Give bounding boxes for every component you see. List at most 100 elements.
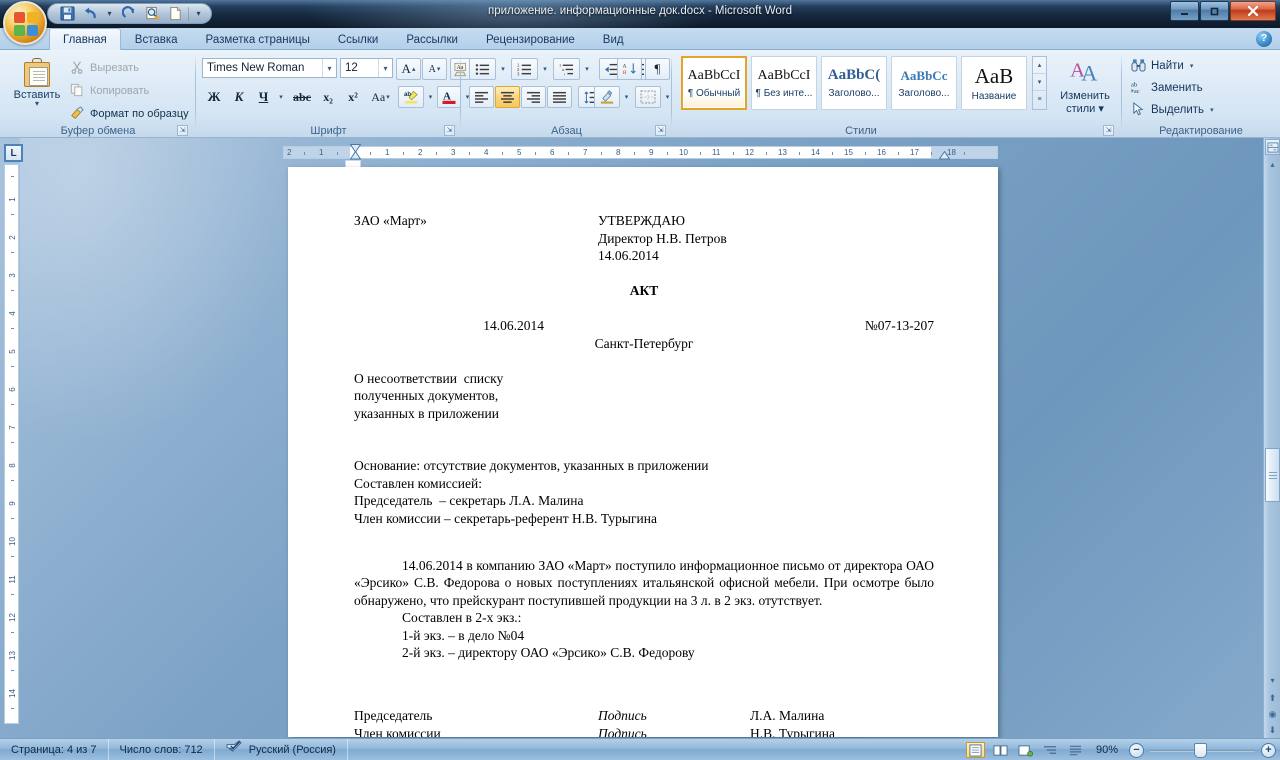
undo-dropdown-icon[interactable]: ▾	[103, 5, 116, 23]
tab-view[interactable]: Вид	[589, 28, 638, 50]
cut-button[interactable]: Вырезать	[70, 58, 139, 77]
scrollbar-thumb[interactable]	[1265, 448, 1280, 502]
font-name-chevron-down-icon[interactable]: ▾	[322, 59, 336, 77]
document-page[interactable]: ЗАО «Март» УТВЕРЖДАЮ Директор Н.В. Петро…	[288, 167, 998, 737]
full-screen-reading-view-button[interactable]	[991, 742, 1010, 758]
styles-scroll-down-icon[interactable]: ▾	[1033, 74, 1046, 91]
print-layout-view-button[interactable]	[966, 742, 985, 758]
paste-button[interactable]: Вставить ▾	[12, 56, 62, 116]
styles-more-icon[interactable]: ≡	[1033, 91, 1046, 108]
vertical-ruler[interactable]: 1 2 3 4 5 6 7 8 9 10 11 12 13 14	[4, 164, 19, 724]
font-name-combobox[interactable]: Times New Roman ▾	[202, 58, 337, 78]
tab-references[interactable]: Ссылки	[324, 28, 393, 50]
tab-review[interactable]: Рецензирование	[472, 28, 589, 50]
help-icon[interactable]: ?	[1256, 31, 1272, 47]
align-left-button[interactable]	[469, 86, 494, 108]
clipboard-dialog-launcher[interactable]: ⇲	[177, 125, 188, 136]
highlight-chevron-down-icon[interactable]: ▾	[424, 86, 436, 108]
web-layout-view-button[interactable]	[1016, 742, 1035, 758]
select-browse-object-icon[interactable]: ◉	[1266, 708, 1279, 721]
change-case-button[interactable]: Aa ▾	[366, 86, 395, 108]
language-indicator[interactable]: Русский (Россия)	[215, 738, 348, 760]
zoom-slider-thumb[interactable]	[1194, 743, 1207, 758]
close-button[interactable]	[1230, 1, 1276, 21]
shading-button[interactable]	[594, 86, 620, 108]
new-document-icon[interactable]	[165, 5, 185, 23]
copy-button[interactable]: Копировать	[70, 81, 149, 100]
scroll-up-arrow-icon[interactable]: ▴	[1266, 158, 1279, 171]
font-size-chevron-down-icon[interactable]: ▾	[378, 59, 392, 77]
scroll-down-arrow-icon[interactable]: ▾	[1266, 674, 1279, 687]
select-button[interactable]: Выделить ▾	[1131, 100, 1214, 119]
next-page-icon[interactable]: ⬇	[1266, 724, 1279, 737]
font-size-combobox[interactable]: 12 ▾	[340, 58, 393, 78]
align-center-button[interactable]	[495, 86, 520, 108]
style-heading-1[interactable]: AaBbC( Заголово...	[821, 56, 887, 110]
bullets-chevron-down-icon[interactable]: ▾	[496, 58, 509, 80]
paste-dropdown-icon[interactable]: ▾	[35, 100, 39, 108]
horizontal-ruler[interactable]: 2 1 1 2 3 4 5 6 7 8 9 10 11 12 13 14 15 …	[283, 146, 998, 159]
find-button[interactable]: Найти ▾	[1131, 56, 1193, 75]
save-icon[interactable]	[57, 5, 77, 23]
outline-view-button[interactable]	[1041, 742, 1060, 758]
zoom-slider[interactable]	[1150, 742, 1255, 758]
style-title[interactable]: AaB Название	[961, 56, 1027, 110]
underline-chevron-down-icon[interactable]: ▾	[274, 86, 287, 108]
styles-dialog-launcher[interactable]: ⇲	[1103, 125, 1114, 136]
minimize-button[interactable]	[1170, 1, 1199, 21]
select-chevron-down-icon[interactable]: ▾	[1210, 106, 1214, 114]
bullets-button[interactable]	[469, 58, 496, 80]
page-indicator[interactable]: Страница: 4 из 7	[0, 738, 109, 760]
align-justify-button[interactable]	[547, 86, 572, 108]
grow-font-button[interactable]: A ▴	[396, 58, 421, 80]
sort-button[interactable]: A Я	[617, 58, 642, 80]
italic-button[interactable]: К	[227, 86, 251, 108]
subscript-button[interactable]: x₂	[316, 86, 340, 108]
shrink-font-button[interactable]: A ▾	[422, 58, 447, 80]
tab-page-layout[interactable]: Разметка страницы	[192, 28, 324, 50]
find-chevron-down-icon[interactable]: ▾	[1190, 62, 1194, 70]
change-styles-button[interactable]: A A Изменить стили ▾	[1054, 58, 1116, 116]
tab-mailings[interactable]: Рассылки	[392, 28, 472, 50]
zoom-out-button[interactable]: −	[1129, 742, 1144, 758]
customize-qat-icon[interactable]: ▾	[192, 5, 205, 23]
borders-button[interactable]	[635, 86, 661, 108]
office-button[interactable]	[3, 1, 47, 45]
bold-button[interactable]: Ж	[202, 86, 226, 108]
numbering-button[interactable]: 1 2 3	[511, 58, 538, 80]
undo-icon[interactable]	[80, 5, 100, 23]
multilevel-list-button[interactable]: 1 a i	[553, 58, 580, 80]
maximize-restore-button[interactable]	[1200, 1, 1229, 21]
style-heading-2[interactable]: AaBbCc Заголово...	[891, 56, 957, 110]
align-right-button[interactable]	[521, 86, 546, 108]
tab-home[interactable]: Главная	[49, 28, 121, 50]
superscript-button[interactable]: x²	[341, 86, 365, 108]
underline-button[interactable]: Ч	[252, 86, 275, 108]
styles-scroll-up-icon[interactable]: ▴	[1033, 57, 1046, 74]
numbering-chevron-down-icon[interactable]: ▾	[538, 58, 551, 80]
draft-view-button[interactable]	[1066, 742, 1085, 758]
replace-button[interactable]: ab ac Заменить	[1131, 78, 1203, 97]
font-dialog-launcher[interactable]: ⇲	[444, 125, 455, 136]
tab-insert[interactable]: Вставка	[121, 28, 192, 50]
text-highlight-color-button[interactable]: ab	[398, 86, 424, 108]
tab-stop-selector[interactable]: L	[4, 144, 23, 162]
right-indent-marker[interactable]	[938, 150, 951, 163]
font-color-button[interactable]: A	[437, 86, 461, 108]
zoom-level-label[interactable]: 90%	[1091, 744, 1123, 756]
multilevel-chevron-down-icon[interactable]: ▾	[580, 58, 593, 80]
format-painter-button[interactable]: Формат по образцу	[70, 104, 189, 123]
split-window-button[interactable]	[1265, 139, 1280, 155]
shading-chevron-down-icon[interactable]: ▾	[620, 86, 632, 108]
paragraph-dialog-launcher[interactable]: ⇲	[655, 125, 666, 136]
style-no-spacing[interactable]: AaBbCcI ¶ Без инте...	[751, 56, 817, 110]
document-body[interactable]: ЗАО «Март» УТВЕРЖДАЮ Директор Н.В. Петро…	[354, 212, 934, 737]
vertical-scrollbar[interactable]: ▴ ▾ ⬆ ◉ ⬇	[1263, 138, 1280, 738]
print-preview-icon[interactable]	[142, 5, 162, 23]
redo-icon[interactable]	[119, 5, 139, 23]
show-formatting-marks-button[interactable]: ¶	[645, 58, 670, 80]
strikethrough-button[interactable]: abc	[289, 86, 315, 108]
previous-page-icon[interactable]: ⬆	[1266, 692, 1279, 705]
styles-gallery-scrollbar[interactable]: ▴ ▾ ≡	[1032, 56, 1047, 110]
style-normal[interactable]: AaBbCcI ¶ Обычный	[681, 56, 747, 110]
